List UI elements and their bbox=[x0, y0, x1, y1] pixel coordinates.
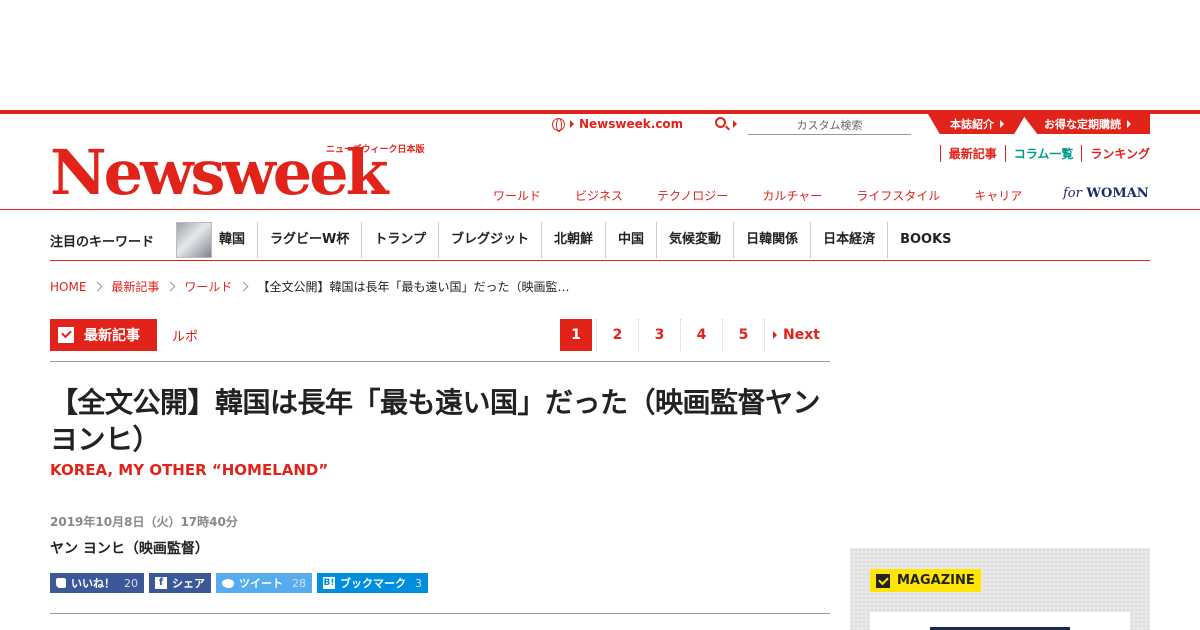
article-divider bbox=[50, 613, 830, 614]
keyword-divider bbox=[50, 260, 1150, 261]
sublink-columns[interactable]: コラム一覧 bbox=[1004, 145, 1082, 162]
page-3[interactable]: 3 bbox=[638, 319, 680, 351]
arrow-right-icon bbox=[1127, 120, 1131, 128]
page-4[interactable]: 4 bbox=[680, 319, 722, 351]
nav-world[interactable]: ワールド bbox=[476, 187, 558, 204]
arrow-right-icon bbox=[733, 120, 737, 128]
next-label: Next bbox=[783, 327, 820, 343]
arrow-right-icon bbox=[773, 331, 777, 339]
page-5[interactable]: 5 bbox=[722, 319, 764, 351]
next-page-button[interactable]: Next bbox=[764, 319, 820, 351]
share-label: シェア bbox=[172, 577, 205, 590]
newsweek-com-link[interactable]: Newsweek.com bbox=[552, 117, 684, 132]
keyword-brexit[interactable]: ブレグジット bbox=[439, 222, 543, 258]
hatena-bookmark-icon: B! bbox=[323, 577, 335, 589]
keyword-japan-korea[interactable]: 日韓関係 bbox=[734, 222, 812, 258]
tab-magazine-intro-label: 本誌紹介 bbox=[950, 118, 994, 131]
article-author: ヤン ヨンヒ（映画監督） bbox=[50, 541, 209, 557]
facebook-like-button[interactable]: いいね！ 20 bbox=[50, 573, 144, 593]
keyword-label: 注目のキーワード bbox=[50, 234, 155, 250]
section-divider bbox=[50, 361, 830, 362]
facebook-icon: f bbox=[155, 577, 167, 589]
tweet-button[interactable]: ツイート 28 bbox=[216, 573, 312, 593]
breadcrumb-home[interactable]: HOME bbox=[50, 280, 86, 294]
sublink-ranking[interactable]: ランキング bbox=[1081, 145, 1150, 162]
like-count: 20 bbox=[124, 576, 138, 590]
chevron-right-icon bbox=[92, 281, 103, 292]
pagination: 1 2 3 4 5 Next bbox=[556, 319, 820, 351]
article-title: 【全文公開】韓国は長年「最も遠い国」だった（映画監督ヤン ヨンヒ） bbox=[50, 386, 821, 456]
sublink-latest[interactable]: 最新記事 bbox=[939, 145, 1005, 162]
keyword-rugby[interactable]: ラグビーW杯 bbox=[258, 222, 363, 258]
bookmark-count: 3 bbox=[415, 576, 422, 590]
keyword-korea[interactable]: 韓国 bbox=[219, 222, 259, 258]
breadcrumb: HOME 最新記事 ワールド 【全文公開】韓国は長年「最も遠い国」だった（映画監… bbox=[50, 278, 569, 295]
article-date: 2019年10月8日（火）17時40分 bbox=[50, 515, 238, 529]
for-woman-link[interactable]: for WOMAN bbox=[1063, 186, 1149, 201]
header-top-band bbox=[0, 110, 1200, 114]
bookmark-label: ブックマーク bbox=[340, 577, 406, 590]
magazine-label: MAGAZINE bbox=[897, 573, 975, 588]
keyword-books[interactable]: BOOKS bbox=[888, 222, 963, 258]
tab-magazine-intro[interactable]: 本誌紹介 bbox=[928, 114, 1026, 134]
nav-career[interactable]: キャリア bbox=[957, 187, 1039, 204]
section-category[interactable]: ルポ bbox=[172, 326, 198, 345]
nav-lifestyle[interactable]: ライフスタイル bbox=[839, 187, 957, 204]
tab-subscription-label: お得な定期購読 bbox=[1044, 118, 1121, 131]
breadcrumb-current: 【全文公開】韓国は長年「最も遠い国」だった（映画監… bbox=[257, 280, 570, 294]
search-icon[interactable] bbox=[715, 117, 726, 128]
tweet-count: 28 bbox=[292, 576, 306, 590]
nav-culture[interactable]: カルチャー bbox=[745, 187, 839, 204]
section-bar: 最新記事 ルポ bbox=[50, 319, 198, 351]
breadcrumb-world[interactable]: ワールド bbox=[184, 278, 232, 295]
keyword-north-korea[interactable]: 北朝鮮 bbox=[542, 222, 607, 258]
keyword-trump[interactable]: トランプ bbox=[362, 222, 439, 258]
section-tag[interactable]: 最新記事 bbox=[50, 319, 157, 351]
arrow-right-icon bbox=[570, 120, 574, 128]
magazine-tag[interactable]: MAGAZINE bbox=[870, 569, 981, 592]
chevron-right-icon bbox=[238, 281, 249, 292]
check-icon bbox=[876, 573, 890, 588]
arrow-right-icon bbox=[1000, 120, 1004, 128]
thumbs-up-icon bbox=[56, 578, 66, 588]
logo-subtitle: ニューズウィーク日本版 bbox=[326, 145, 425, 155]
hatena-bookmark-button[interactable]: B! ブックマーク 3 bbox=[317, 573, 428, 593]
page-2[interactable]: 2 bbox=[596, 319, 638, 351]
tab-subscription[interactable]: お得な定期購読 bbox=[1022, 114, 1150, 134]
breadcrumb-latest[interactable]: 最新記事 bbox=[111, 278, 159, 295]
globe-icon bbox=[552, 117, 565, 132]
nav-technology[interactable]: テクノロジー bbox=[640, 187, 745, 204]
site-link-label: Newsweek.com bbox=[579, 117, 684, 131]
header-sublinks: 最新記事 コラム一覧 ランキング bbox=[939, 145, 1150, 162]
chevron-right-icon bbox=[165, 281, 176, 292]
page-1[interactable]: 1 bbox=[560, 319, 592, 351]
header-divider bbox=[0, 209, 1200, 210]
twitter-bird-icon bbox=[222, 578, 234, 588]
keyword-japan-economy[interactable]: 日本経済 bbox=[811, 222, 889, 258]
search-input[interactable] bbox=[748, 116, 911, 135]
keyword-china[interactable]: 中国 bbox=[606, 222, 658, 258]
check-icon bbox=[58, 327, 74, 343]
article-subtitle: KOREA, MY OTHER “HOMELAND” bbox=[50, 461, 329, 479]
keyword-thumbnail[interactable] bbox=[176, 222, 213, 258]
like-label: いいね！ bbox=[71, 577, 115, 590]
for-woman-for: for bbox=[1063, 186, 1082, 201]
section-tag-label: 最新記事 bbox=[84, 328, 140, 344]
for-woman-woman: WOMAN bbox=[1086, 186, 1149, 201]
keyword-bar: 注目のキーワード 韓国 ラグビーW杯 トランプ ブレグジット 北朝鮮 中国 気候… bbox=[50, 220, 1150, 260]
nav-business[interactable]: ビジネス bbox=[558, 187, 640, 204]
category-nav: ワールド ビジネス テクノロジー カルチャー ライフスタイル キャリア bbox=[476, 187, 1039, 204]
facebook-share-button[interactable]: f シェア bbox=[149, 573, 211, 593]
tweet-label: ツイート bbox=[239, 577, 283, 590]
social-buttons: いいね！ 20 f シェア ツイート 28 B! ブックマーク 3 bbox=[50, 573, 428, 593]
keyword-climate[interactable]: 気候変動 bbox=[657, 222, 735, 258]
